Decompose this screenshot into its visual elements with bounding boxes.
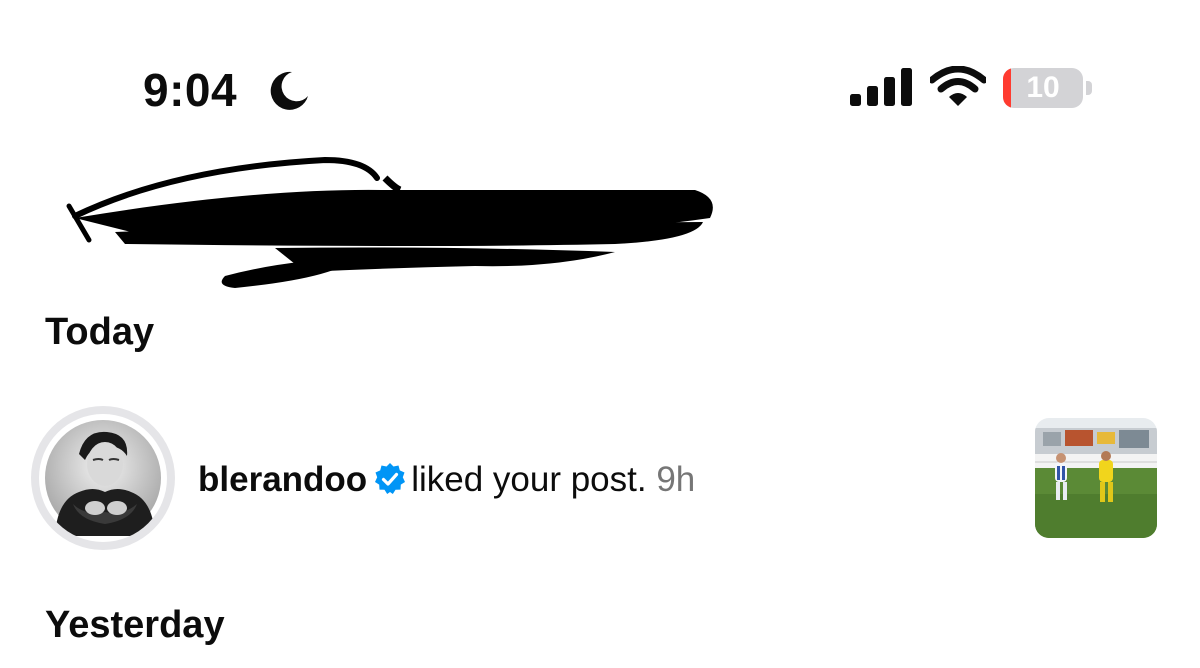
section-heading-yesterday: Yesterday	[45, 604, 225, 646]
notifications-screen: 9:04 10 Today blerandoo liked your post.…	[0, 0, 1200, 668]
cellular-signal-icon	[850, 68, 912, 106]
battery-cap	[1086, 81, 1092, 95]
notification-row[interactable]: blerandoo liked your post. 9h	[0, 400, 1200, 550]
avatar-photo	[39, 414, 167, 542]
redaction-scribble	[66, 156, 713, 288]
wifi-icon	[930, 66, 986, 106]
battery-level: 10	[1026, 71, 1060, 104]
section-heading-today: Today	[45, 311, 155, 353]
post-thumbnail[interactable]	[1035, 418, 1157, 538]
notification-time: 9h	[656, 460, 696, 499]
notification-text: blerandoo liked your post. 9h	[198, 458, 695, 502]
verified-badge-icon	[375, 463, 406, 494]
post-thumbnail-image	[1035, 418, 1157, 538]
profile-photo	[45, 420, 161, 536]
avatar[interactable]	[31, 406, 175, 550]
battery-indicator: 10	[1003, 68, 1095, 108]
moon-icon	[270, 71, 308, 110]
notification-action: liked your post.	[411, 460, 647, 499]
username-link[interactable]: blerandoo	[198, 460, 367, 499]
status-time: 9:04	[143, 64, 238, 116]
battery-body: 10	[1003, 68, 1083, 108]
